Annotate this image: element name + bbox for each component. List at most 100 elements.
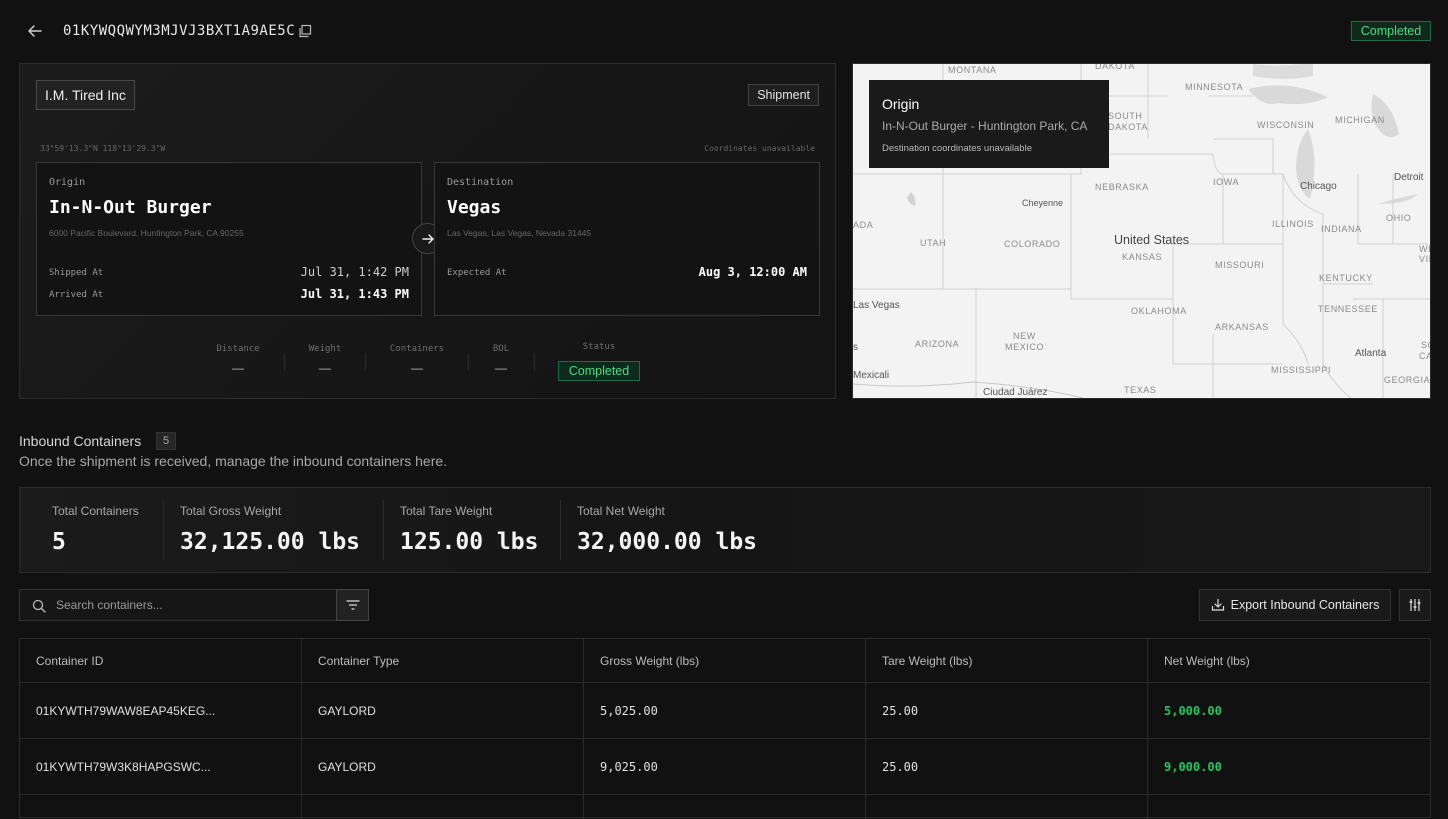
- container-id-cell[interactable]: 01KYWTH79W3K8HAPGSWC...: [20, 739, 302, 794]
- map-city: United States: [1114, 233, 1190, 247]
- total-label: Total Net Weight: [577, 504, 665, 518]
- map-city: Cheyenne: [1022, 198, 1064, 208]
- tare-weight-cell: 25.00: [866, 683, 1148, 738]
- map-label: GEORGIA: [1384, 375, 1431, 385]
- arrived-at-label: Arrived At: [49, 290, 104, 300]
- total-net-weight: Total Net Weight 32,000.00 lbs: [577, 504, 757, 555]
- export-inbound-containers-button[interactable]: Export Inbound Containers: [1199, 589, 1391, 621]
- map-label: WES: [1419, 244, 1430, 254]
- map-city: Ciudad Juárez: [983, 387, 1048, 398]
- total-label: Total Tare Weight: [400, 504, 493, 518]
- shipment-card: I.M. Tired Inc Shipment 33°59'13.3"N 118…: [19, 63, 836, 399]
- map-label: IOWA: [1213, 177, 1240, 187]
- table-cell: [866, 795, 1148, 819]
- map-label: MINNESOTA: [1185, 82, 1244, 92]
- stat-distance: Distance —: [210, 344, 266, 375]
- map-label: SOUTH: [1108, 111, 1143, 121]
- map-label: KENTUCKY: [1319, 273, 1373, 283]
- popup-title: Origin: [882, 96, 920, 112]
- export-label: Export Inbound Containers: [1230, 598, 1380, 612]
- map-label: DAKOTA: [1108, 122, 1148, 132]
- back-arrow-icon[interactable]: [26, 22, 44, 40]
- table-header-row: Container ID Container Type Gross Weight…: [20, 639, 1430, 683]
- container-id-cell[interactable]: 01KYWTH79WAW8EAP45KEG...: [20, 683, 302, 738]
- map-label: OHIO: [1386, 213, 1412, 223]
- tare-weight-cell: 25.00: [866, 739, 1148, 794]
- container-type-cell: GAYLORD: [302, 739, 584, 794]
- map-label: CARO: [1419, 351, 1430, 361]
- shipment-type-badge: Shipment: [748, 84, 819, 106]
- divider: [468, 353, 469, 371]
- column-header[interactable]: Gross Weight (lbs): [584, 639, 866, 682]
- map-label: UTAH: [920, 238, 947, 248]
- stat-value: —: [411, 361, 423, 375]
- column-header[interactable]: Tare Weight (lbs): [866, 639, 1148, 682]
- search-icon: [32, 599, 46, 613]
- map-label: WISCONSIN: [1257, 120, 1315, 130]
- map-label: OKLAHOMA: [1131, 306, 1187, 316]
- column-header[interactable]: Net Weight (lbs): [1148, 639, 1430, 682]
- total-label: Total Gross Weight: [180, 504, 282, 518]
- table-row[interactable]: [20, 795, 1430, 819]
- destination-address: Las Vegas, Las Vegas, Nevada 31445: [447, 228, 592, 238]
- card-status-badge: Completed: [558, 361, 640, 381]
- map-label: VIRG: [1419, 254, 1430, 264]
- divider: [560, 500, 561, 560]
- map-city: Las Vegas: [853, 300, 900, 311]
- map-label: DAKOTA: [1095, 63, 1135, 71]
- stat-label: Distance: [216, 344, 260, 354]
- map-label: ILLINOIS: [1272, 219, 1314, 229]
- stat-weight: Weight —: [300, 344, 350, 375]
- copy-icon[interactable]: [298, 24, 312, 38]
- table-row[interactable]: 01KYWTH79WAW8EAP45KEG... GAYLORD 5,025.0…: [20, 683, 1430, 739]
- column-header[interactable]: Container Type: [302, 639, 584, 682]
- divider: [534, 353, 535, 371]
- stat-value: —: [495, 361, 507, 375]
- total-value: 32,000.00 lbs: [577, 529, 758, 555]
- map-label: COLORADO: [1004, 239, 1061, 249]
- total-tare-weight: Total Tare Weight 125.00 lbs: [400, 504, 538, 555]
- destination-kind-label: Destination: [447, 177, 514, 188]
- download-icon: [1211, 598, 1224, 611]
- stat-label: Weight: [308, 344, 342, 354]
- total-label: Total Containers: [52, 504, 139, 518]
- total-value: 125.00 lbs: [400, 529, 539, 555]
- stat-value: —: [319, 361, 331, 375]
- stat-status-label: Status: [568, 342, 630, 352]
- company-name: I.M. Tired Inc: [36, 80, 135, 110]
- map-label: MEXICO: [1005, 342, 1045, 352]
- filter-button[interactable]: [336, 589, 369, 621]
- total-value: 5: [52, 529, 66, 555]
- total-containers: Total Containers 5: [52, 504, 139, 555]
- map-label: MICHIGAN: [1335, 115, 1385, 125]
- container-type-cell: GAYLORD: [302, 683, 584, 738]
- gross-weight-cell: 5,025.00: [584, 683, 866, 738]
- origin-panel: Origin In-N-Out Burger 6000 Pacific Boul…: [36, 162, 422, 316]
- search-input[interactable]: [56, 590, 326, 620]
- map-label: TEXAS: [1124, 385, 1157, 395]
- map-label: MONTANA: [948, 65, 997, 75]
- map-origin-popup: Origin In-N-Out Burger - Huntington Park…: [869, 80, 1109, 168]
- column-settings-button[interactable]: [1399, 589, 1431, 621]
- column-header[interactable]: Container ID: [20, 639, 302, 682]
- divider: [163, 500, 164, 560]
- stat-label: Status: [582, 342, 616, 352]
- divider: [383, 500, 384, 560]
- map-label: KANSAS: [1122, 252, 1163, 262]
- destination-coordinates: Coordinates unavailable: [704, 144, 815, 153]
- stat-value: —: [232, 361, 244, 375]
- shipped-at-value: Jul 31, 1:42 PM: [300, 265, 409, 279]
- route-map[interactable]: MONTANA DAKOTA MINNESOTA SOUTH DAKOTA WI…: [852, 63, 1431, 399]
- net-weight-cell: 5,000.00: [1164, 703, 1222, 718]
- map-city: Detroit: [1394, 172, 1424, 183]
- table-cell: [302, 795, 584, 819]
- shipped-at-label: Shipped At: [49, 268, 104, 278]
- table-row[interactable]: 01KYWTH79W3K8HAPGSWC... GAYLORD 9,025.00…: [20, 739, 1430, 795]
- map-city: s: [853, 342, 858, 353]
- stat-bol: BOL —: [482, 344, 520, 375]
- destination-panel: Destination Vegas Las Vegas, Las Vegas, …: [434, 162, 820, 316]
- table-cell: [584, 795, 866, 819]
- net-weight-cell: 9,000.00: [1164, 759, 1222, 774]
- gross-weight-cell: 9,025.00: [584, 739, 866, 794]
- stat-containers: Containers —: [382, 344, 452, 375]
